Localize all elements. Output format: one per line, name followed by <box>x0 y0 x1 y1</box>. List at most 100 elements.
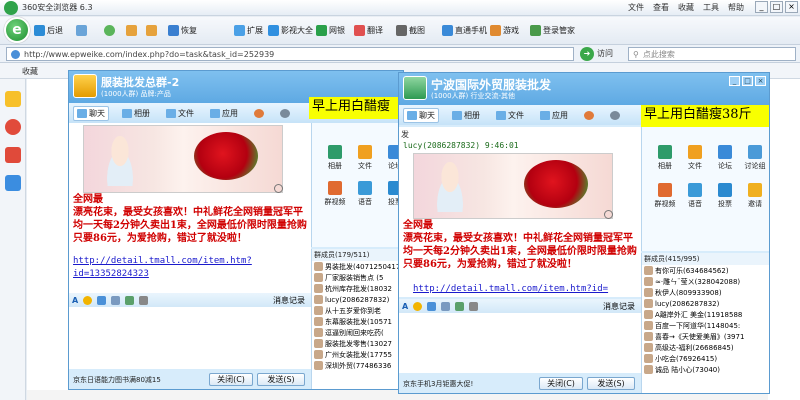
menu-help[interactable]: 帮助 <box>728 2 744 13</box>
ad-banner[interactable]: 早上用白醋瘦 <box>309 97 403 119</box>
go-arrow-icon[interactable]: ➜ <box>580 47 594 61</box>
list-item[interactable]: 服装批发零售(13027 <box>312 338 403 349</box>
vibrate-icon[interactable] <box>97 295 107 305</box>
list-item[interactable]: 厂家服装销售点 (5 <box>312 272 403 283</box>
home-icon[interactable] <box>126 22 137 38</box>
message-link[interactable]: http://detail.tmall.com/item.htm?id= <box>413 283 641 296</box>
message-input[interactable] <box>399 313 641 373</box>
login-manager-button[interactable]: 登录管家 <box>530 22 575 38</box>
search-input[interactable]: ⚲ 点此搜索 <box>628 47 796 61</box>
bank-button[interactable]: 网银 <box>316 22 345 38</box>
edit-icon[interactable] <box>111 295 121 305</box>
list-item[interactable]: lucy(2086287832) <box>312 294 403 305</box>
tab-apps[interactable]: 应用 <box>537 109 571 122</box>
message-image[interactable] <box>413 153 613 219</box>
message-link[interactable]: http://detail.tmall.com/item.htm?id=1335… <box>73 255 309 281</box>
game-button[interactable]: 游戏 <box>490 22 519 38</box>
avatar-add-icon[interactable] <box>581 110 597 121</box>
list-item[interactable]: 秋伊人(809933908) <box>642 287 769 298</box>
list-item[interactable]: ≈·雕ㄣ¨莹ㄨ(328042088) <box>642 276 769 287</box>
extension-button[interactable]: 扩展 <box>234 22 263 38</box>
translate-button[interactable]: 翻译 <box>354 22 383 38</box>
window-maximize-button[interactable]: □ <box>742 76 753 86</box>
star-icon[interactable] <box>5 91 21 107</box>
scissors-icon[interactable] <box>469 301 479 311</box>
window-close-button[interactable]: × <box>755 76 766 86</box>
image-icon[interactable] <box>125 295 135 305</box>
list-item[interactable]: 逗逼别闹回来吃药( <box>312 327 403 338</box>
vibrate-icon[interactable] <box>427 301 437 311</box>
list-item[interactable]: 有你可乐(634684562) <box>642 265 769 276</box>
message-history-button[interactable]: 消息记录 <box>273 295 305 306</box>
minimize-button[interactable]: _ <box>755 1 768 13</box>
list-item[interactable]: 喜春→《天使爱美眉》(3971 <box>642 331 769 342</box>
zoom-icon[interactable] <box>274 184 283 193</box>
tab-files[interactable]: 文件 <box>163 107 197 120</box>
menu-tools[interactable]: 工具 <box>703 2 719 13</box>
list-item[interactable]: 从十五岁爱你到老 <box>312 305 403 316</box>
mail-icon[interactable] <box>5 175 21 191</box>
list-item[interactable]: A離岸外汇 美金(11918588 <box>642 309 769 320</box>
emoji-icon[interactable] <box>413 301 423 311</box>
list-item[interactable]: lucy(2086287832) <box>642 298 769 309</box>
tab-apps[interactable]: 应用 <box>207 107 241 120</box>
avatar-add-icon[interactable] <box>251 108 267 119</box>
home2-icon[interactable] <box>146 22 157 38</box>
close-chat-button[interactable]: 关闭(C) <box>539 377 583 390</box>
tab-chat[interactable]: 聊天 <box>403 107 439 123</box>
list-item[interactable]: 广州女装批发(17755 <box>312 349 403 360</box>
tab-album[interactable]: 相册 <box>119 107 153 120</box>
video-button[interactable]: 影视大全 <box>268 22 313 38</box>
menu-view[interactable]: 查看 <box>653 2 669 13</box>
send-button[interactable]: 发送(S) <box>257 373 305 386</box>
ad-banner[interactable]: 早上用白醋瘦38斤 <box>641 105 769 127</box>
forward-arrow-icon[interactable] <box>76 22 87 38</box>
edit-icon[interactable] <box>441 301 451 311</box>
font-icon[interactable]: A <box>402 302 408 311</box>
send-button[interactable]: 发送(S) <box>587 377 635 390</box>
emoji-icon[interactable] <box>83 295 93 305</box>
back-button[interactable]: 后退 <box>34 22 63 38</box>
app-invite[interactable]: 邀请 <box>736 183 769 209</box>
tab-album[interactable]: 相册 <box>449 109 483 122</box>
tab-chat[interactable]: 聊天 <box>73 105 109 121</box>
visit-button[interactable]: 访问 <box>597 48 613 59</box>
screenshot-button[interactable]: 截图 <box>396 22 425 38</box>
address-input[interactable]: http://www.epweike.com/index.php?do=task… <box>6 47 574 61</box>
list-item[interactable]: 小吃会(76926415) <box>642 353 769 364</box>
list-item[interactable]: 杭州库存批发(18032 <box>312 283 403 294</box>
phone-button[interactable]: 直通手机 <box>442 22 487 38</box>
menu-file[interactable]: 文件 <box>628 2 644 13</box>
list-item[interactable]: 诚品 陆小心(73040) <box>642 364 769 375</box>
message-history-button[interactable]: 消息记录 <box>603 301 635 312</box>
message-input[interactable] <box>69 307 311 369</box>
tab-files[interactable]: 文件 <box>493 109 527 122</box>
list-item[interactable]: 深圳外贸(77486336 <box>312 360 403 371</box>
footer-ad[interactable]: 京东手机3月钜惠大促! <box>403 379 473 389</box>
close-chat-button[interactable]: 关闭(C) <box>209 373 253 386</box>
zoom-icon[interactable] <box>604 210 613 219</box>
close-button[interactable]: × <box>785 1 798 13</box>
weibo-icon[interactable] <box>5 119 21 135</box>
favorites-button[interactable]: 收藏 <box>22 66 38 77</box>
list-item[interactable]: 男装批发(4071250417) <box>312 261 403 272</box>
back-arrow-icon[interactable]: e <box>4 17 30 43</box>
restore-button[interactable]: 恢复 <box>168 22 197 38</box>
list-item[interactable]: 高级达-福利(26686845) <box>642 342 769 353</box>
list-item[interactable]: 百度一下阿道华(1148045: <box>642 320 769 331</box>
menu-favorites[interactable]: 收藏 <box>678 2 694 13</box>
folder-icon <box>496 110 506 120</box>
footer-ad[interactable]: 京东日语能力图书满80减15 <box>73 375 161 385</box>
refresh-icon[interactable] <box>104 22 115 38</box>
scissors-icon[interactable] <box>139 295 149 305</box>
gear-icon[interactable] <box>277 108 293 119</box>
image-icon[interactable] <box>455 301 465 311</box>
gear-icon[interactable] <box>607 110 623 121</box>
window-minimize-button[interactable]: _ <box>729 76 740 86</box>
app-discussion[interactable]: 讨论组 <box>736 145 769 171</box>
message-image[interactable] <box>83 125 283 193</box>
font-icon[interactable]: A <box>72 296 78 305</box>
list-item[interactable]: 东幕服装批发(10571 <box>312 316 403 327</box>
app-icon[interactable] <box>5 147 21 163</box>
maximize-button[interactable]: □ <box>770 1 783 13</box>
